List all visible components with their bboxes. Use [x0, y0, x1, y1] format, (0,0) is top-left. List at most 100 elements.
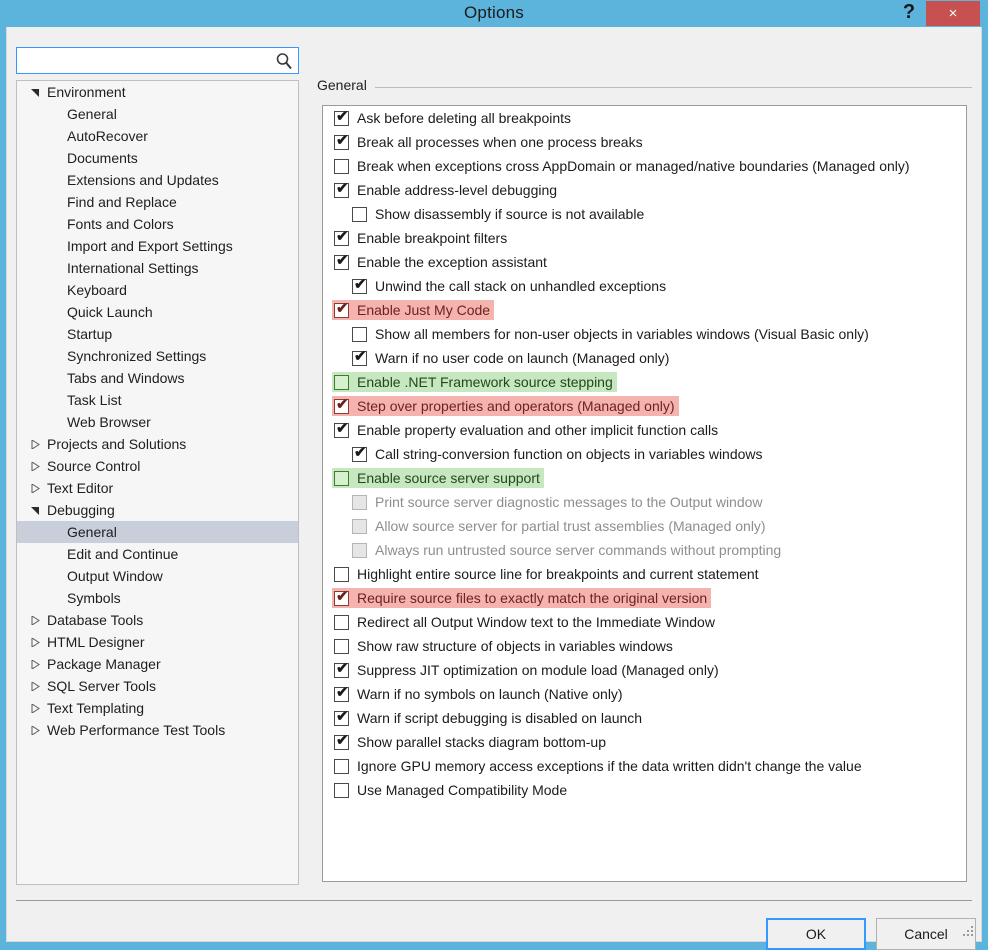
option-row[interactable]: Enable source server support — [323, 466, 966, 490]
tree-item-output-window[interactable]: Output Window — [17, 565, 298, 587]
resize-grip[interactable] — [963, 925, 975, 937]
option-row[interactable]: ✔ Unwind the call stack on unhandled exce… — [323, 274, 966, 298]
tree-item-startup[interactable]: Startup — [17, 323, 298, 345]
tree-item-web-performance-test-tools[interactable]: Web Performance Test Tools — [17, 719, 298, 741]
checkbox-unchecked-icon[interactable] — [334, 782, 349, 798]
option-row[interactable]: ✔ Require source files to exactly match t… — [323, 586, 966, 610]
option-row[interactable]: ✔ Enable breakpoint filters — [323, 226, 966, 250]
tree-item-package-manager[interactable]: Package Manager — [17, 653, 298, 675]
option-row[interactable]: ✔ Enable the exception assistant — [323, 250, 966, 274]
option-row[interactable]: ✔ Ask before deleting all breakpoints — [323, 106, 966, 130]
checkbox-unchecked-icon[interactable] — [352, 206, 367, 222]
option-row[interactable]: ✔ Suppress JIT optimization on module loa… — [323, 658, 966, 682]
chevron-down-icon[interactable] — [31, 499, 43, 521]
tree-item-symbols[interactable]: Symbols — [17, 587, 298, 609]
checkbox-checked-icon[interactable]: ✔ — [334, 421, 349, 438]
tree-item-extensions-and-updates[interactable]: Extensions and Updates — [17, 169, 298, 191]
checkbox-checked-icon[interactable]: ✔ — [334, 181, 349, 198]
tree-item-autorecover[interactable]: AutoRecover — [17, 125, 298, 147]
checkbox-checked-icon[interactable]: ✔ — [334, 397, 349, 414]
checkbox-checked-icon[interactable]: ✔ — [334, 661, 349, 678]
tree-item-general[interactable]: General — [17, 521, 298, 543]
chevron-right-icon[interactable] — [31, 631, 43, 653]
chevron-right-icon[interactable] — [31, 477, 43, 499]
checkbox-checked-icon[interactable]: ✔ — [334, 229, 349, 246]
ok-button[interactable]: OK — [766, 918, 866, 950]
tree-item-environment[interactable]: Environment — [17, 81, 298, 103]
tree-item-database-tools[interactable]: Database Tools — [17, 609, 298, 631]
checkbox-checked-icon[interactable]: ✔ — [334, 685, 349, 702]
tree-item-html-designer[interactable]: HTML Designer — [17, 631, 298, 653]
option-row[interactable]: ✔ Enable address-level debugging — [323, 178, 966, 202]
checkbox-unchecked-icon[interactable] — [352, 326, 367, 342]
tree-item-synchronized-settings[interactable]: Synchronized Settings — [17, 345, 298, 367]
options-list[interactable]: ✔ Ask before deleting all breakpoints ✔ Bre… — [322, 105, 967, 882]
tree-item-quick-launch[interactable]: Quick Launch — [17, 301, 298, 323]
checkbox-checked-icon[interactable]: ✔ — [334, 133, 349, 150]
option-row[interactable]: ✔ Warn if script debugging is disabled on… — [323, 706, 966, 730]
checkbox-unchecked-icon[interactable] — [334, 470, 349, 486]
tree-item-documents[interactable]: Documents — [17, 147, 298, 169]
option-row[interactable]: Enable .NET Framework source stepping — [323, 370, 966, 394]
tree-item-general[interactable]: General — [17, 103, 298, 125]
tree-item-text-editor[interactable]: Text Editor — [17, 477, 298, 499]
checkbox-unchecked-icon[interactable] — [334, 374, 349, 390]
checkbox-checked-icon[interactable]: ✔ — [334, 253, 349, 270]
chevron-right-icon[interactable] — [31, 653, 43, 675]
checkbox-checked-icon[interactable]: ✔ — [334, 733, 349, 750]
search-input[interactable] — [21, 48, 271, 73]
chevron-right-icon[interactable] — [31, 433, 43, 455]
close-icon[interactable]: × — [926, 1, 980, 26]
tree-item-import-and-export-settings[interactable]: Import and Export Settings — [17, 235, 298, 257]
option-row[interactable]: ✔ Enable property evaluation and other im… — [323, 418, 966, 442]
option-row[interactable]: ✔ Show parallel stacks diagram bottom-up — [323, 730, 966, 754]
chevron-right-icon[interactable] — [31, 609, 43, 631]
tree-item-projects-and-solutions[interactable]: Projects and Solutions — [17, 433, 298, 455]
option-row[interactable]: ✔ Warn if no user code on launch (Managed… — [323, 346, 966, 370]
option-row[interactable]: Ignore GPU memory access exceptions if t… — [323, 754, 966, 778]
chevron-right-icon[interactable] — [31, 675, 43, 697]
checkbox-checked-icon[interactable]: ✔ — [334, 301, 349, 318]
cancel-button[interactable]: Cancel — [876, 918, 976, 950]
tree-item-edit-and-continue[interactable]: Edit and Continue — [17, 543, 298, 565]
search-box[interactable] — [16, 47, 299, 74]
option-row[interactable]: ✔ Step over properties and operators (Man… — [323, 394, 966, 418]
tree-item-find-and-replace[interactable]: Find and Replace — [17, 191, 298, 213]
option-row[interactable]: ✔ Break all processes when one process br… — [323, 130, 966, 154]
checkbox-checked-icon[interactable]: ✔ — [334, 109, 349, 126]
help-icon[interactable]: ? — [892, 0, 926, 27]
checkbox-checked-icon[interactable]: ✔ — [334, 709, 349, 726]
chevron-right-icon[interactable] — [31, 719, 43, 741]
option-row[interactable]: Redirect all Output Window text to the I… — [323, 610, 966, 634]
chevron-down-icon[interactable] — [31, 81, 43, 103]
tree-item-source-control[interactable]: Source Control — [17, 455, 298, 477]
option-row[interactable]: Highlight entire source line for breakpo… — [323, 562, 966, 586]
tree-item-sql-server-tools[interactable]: SQL Server Tools — [17, 675, 298, 697]
tree-item-task-list[interactable]: Task List — [17, 389, 298, 411]
tree-item-text-templating[interactable]: Text Templating — [17, 697, 298, 719]
tree-item-tabs-and-windows[interactable]: Tabs and Windows — [17, 367, 298, 389]
checkbox-unchecked-icon[interactable] — [334, 758, 349, 774]
option-row[interactable]: ✔ Warn if no symbols on launch (Native on… — [323, 682, 966, 706]
option-row[interactable]: ✔ Enable Just My Code — [323, 298, 966, 322]
checkbox-unchecked-icon[interactable] — [334, 158, 349, 174]
chevron-right-icon[interactable] — [31, 455, 43, 477]
checkbox-unchecked-icon[interactable] — [334, 614, 349, 630]
tree-item-fonts-and-colors[interactable]: Fonts and Colors — [17, 213, 298, 235]
tree-item-keyboard[interactable]: Keyboard — [17, 279, 298, 301]
option-row[interactable]: Show disassembly if source is not availa… — [323, 202, 966, 226]
settings-tree[interactable]: Environment General AutoRecover Documents Ex… — [16, 80, 299, 885]
tree-item-debugging[interactable]: Debugging — [17, 499, 298, 521]
checkbox-unchecked-icon[interactable] — [334, 566, 349, 582]
checkbox-unchecked-icon[interactable] — [334, 638, 349, 654]
tree-item-web-browser[interactable]: Web Browser — [17, 411, 298, 433]
option-row[interactable]: ✔ Call string-conversion function on obje… — [323, 442, 966, 466]
option-row[interactable]: Break when exceptions cross AppDomain or… — [323, 154, 966, 178]
option-row[interactable]: Show all members for non-user objects in… — [323, 322, 966, 346]
checkbox-checked-icon[interactable]: ✔ — [352, 277, 367, 294]
option-row[interactable]: Use Managed Compatibility Mode — [323, 778, 966, 802]
checkbox-checked-icon[interactable]: ✔ — [334, 589, 349, 606]
checkbox-checked-icon[interactable]: ✔ — [352, 445, 367, 462]
search-icon[interactable] — [275, 52, 293, 70]
checkbox-checked-icon[interactable]: ✔ — [352, 349, 367, 366]
